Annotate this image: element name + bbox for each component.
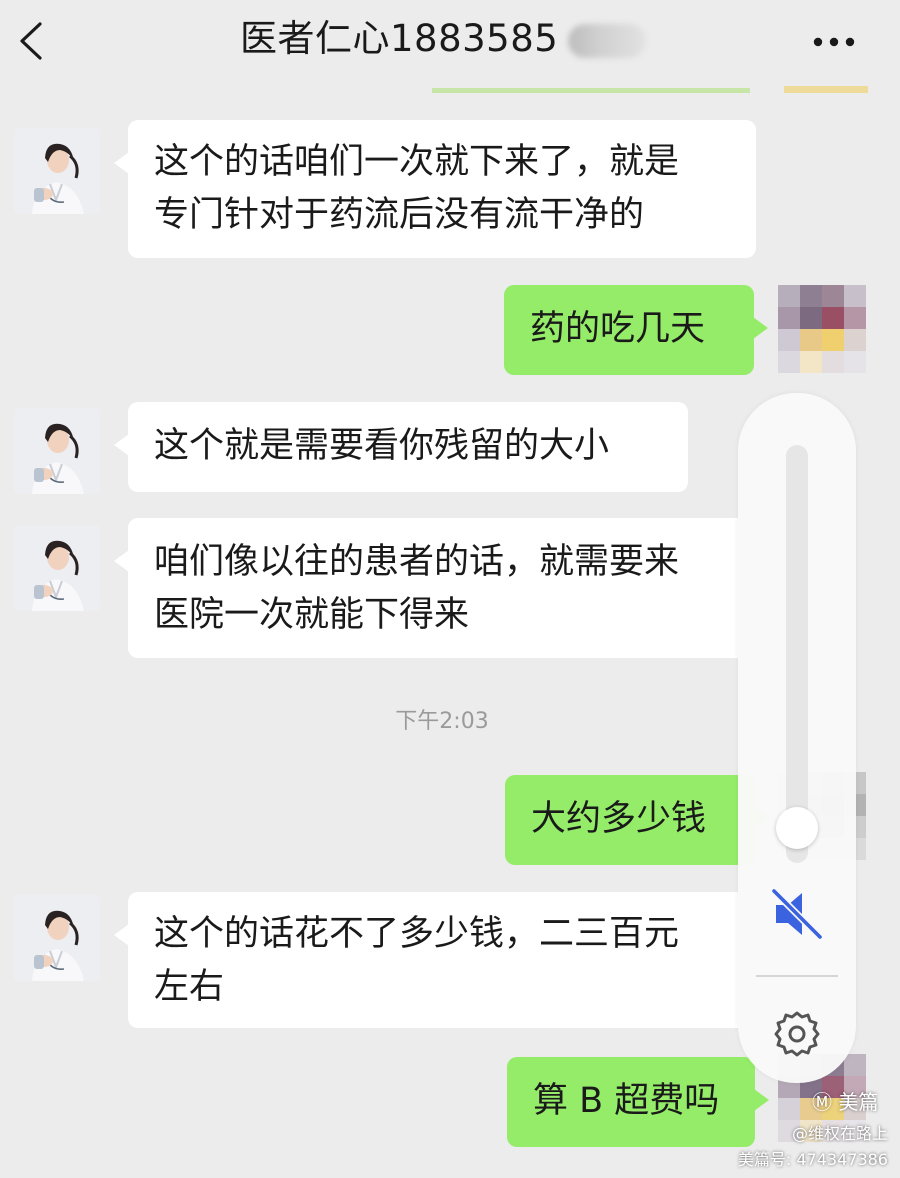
chevron-left-icon xyxy=(20,22,42,60)
message-text: 左右 xyxy=(154,967,225,1007)
message-bubble-incoming: 这个的话咱们一次就下来了，就是 专门针对于药流后没有流干净的 xyxy=(114,120,756,258)
message-text: 咱们像以往的患者的话，就需要来 xyxy=(154,542,680,582)
message-text: 大约多少钱 xyxy=(531,799,707,839)
volume-slider-track[interactable] xyxy=(786,445,808,863)
gear-icon xyxy=(774,1011,820,1057)
message-text: 这个就是需要看你残留的大小 xyxy=(154,426,610,466)
message-text: 药的吃几天 xyxy=(530,309,706,349)
mute-toggle-button[interactable] xyxy=(766,883,828,945)
top-bar: 医者仁心1883585 xyxy=(0,0,900,92)
doctor-avatar[interactable] xyxy=(14,408,100,494)
message-bubble-incoming: 咱们像以往的患者的话，就需要来 医院一次就能下得来 xyxy=(114,518,756,658)
speaker-muted-icon xyxy=(770,887,824,941)
watermark-logo: Ⓜ 美篇 xyxy=(812,1086,878,1115)
message-text: 算 B 超费吗 xyxy=(533,1081,720,1121)
user-avatar-pixelated[interactable] xyxy=(778,285,866,373)
message-text: 专门针对于药流后没有流干净的 xyxy=(154,195,645,235)
watermark-logo-text: 美篇 xyxy=(838,1090,879,1114)
doctor-avatar[interactable] xyxy=(14,895,100,981)
message-bubble-incoming: 这个就是需要看你残留的大小 xyxy=(114,402,688,492)
message-bubble-outgoing: 算 B 超费吗 xyxy=(507,1057,769,1147)
previous-bubble-edge xyxy=(432,88,750,93)
message-bubble-outgoing: 大约多少钱 xyxy=(505,775,769,865)
message-bubble-outgoing: 药的吃几天 xyxy=(504,285,768,375)
previous-avatar-edge xyxy=(784,86,868,93)
panel-divider xyxy=(756,975,838,977)
doctor-avatar[interactable] xyxy=(14,128,100,214)
chat-title: 医者仁心1883585 xyxy=(240,17,559,60)
volume-slider-knob[interactable] xyxy=(776,807,818,849)
back-button[interactable] xyxy=(14,18,50,64)
volume-panel xyxy=(738,393,856,1083)
message-text: 这个的话花不了多少钱，二三百元 xyxy=(154,914,680,954)
redacted-phone-digits xyxy=(568,24,646,58)
more-dots-icon xyxy=(813,37,855,47)
message-text: 医院一次就能下得来 xyxy=(154,595,470,635)
message-bubble-incoming: 这个的话花不了多少钱，二三百元 左右 xyxy=(114,892,756,1028)
message-text: 这个的话咱们一次就下来了，就是 xyxy=(154,142,680,182)
doctor-avatar[interactable] xyxy=(14,525,100,611)
sound-settings-button[interactable] xyxy=(772,1009,822,1059)
more-options-button[interactable] xyxy=(808,22,860,62)
meipian-logo-icon: Ⓜ xyxy=(812,1090,832,1114)
watermark-account-id: 美篇号: 474347386 xyxy=(737,1150,888,1169)
watermark-author: @维权在路上 xyxy=(791,1124,888,1143)
